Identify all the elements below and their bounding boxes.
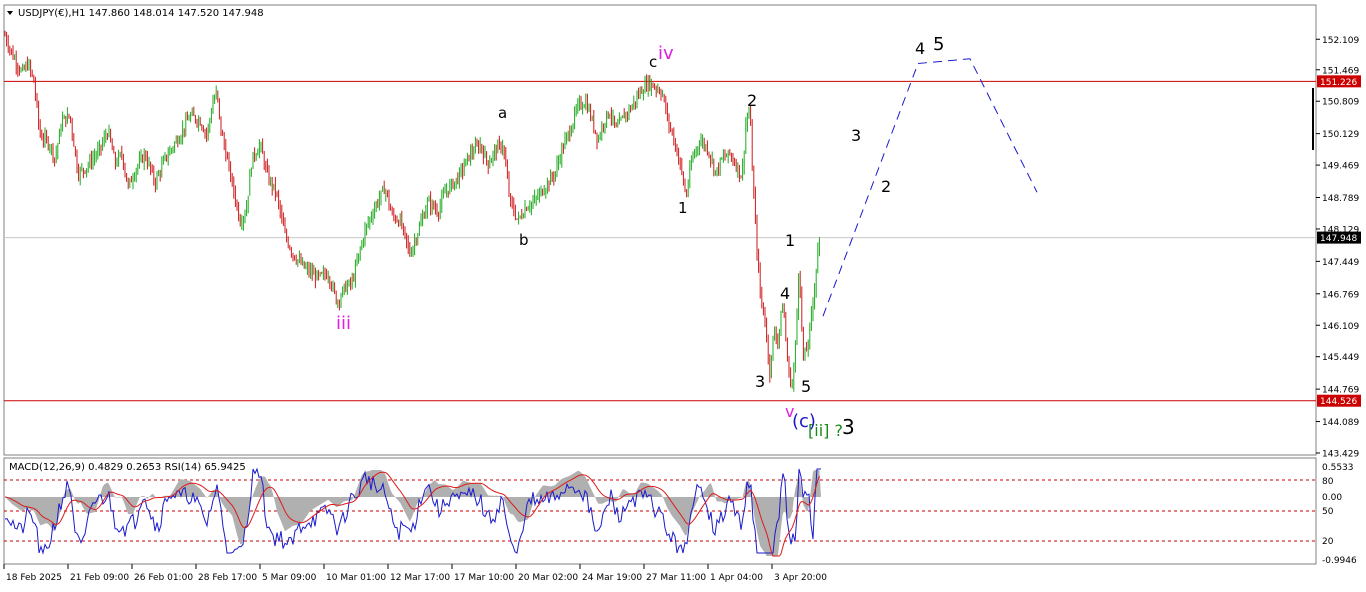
price-tick-label: 146.769 — [1322, 290, 1359, 300]
macd-tick-label: 0.00 — [1322, 493, 1342, 503]
wave-label: 2 — [881, 177, 891, 196]
chart-window[interactable]: 152.109 151.469 150.809 150.129 149.469 148.7… — [0, 0, 1366, 588]
price-tick-label: 147.449 — [1322, 258, 1359, 268]
wave-label: iv — [658, 43, 674, 64]
wave-label: 4 — [915, 39, 925, 58]
time-tick-label: 18 Feb 2025 — [6, 573, 62, 583]
time-axis[interactable]: 18 Feb 2025 21 Feb 09:00 26 Feb 01:00 28 Fe… — [3, 564, 827, 583]
time-tick-label: 12 Mar 17:00 — [390, 573, 450, 583]
price-tick-label: 148.789 — [1322, 194, 1359, 204]
macd-tick-label: 0.5533 — [1322, 463, 1354, 473]
time-tick-label: 21 Feb 09:00 — [70, 573, 129, 583]
wave-label: c — [649, 53, 657, 71]
macd-tick-label: -0.9946 — [1322, 556, 1357, 566]
main-pane-frame — [3, 4, 1317, 456]
price-tag-label: 151.226 — [1320, 78, 1357, 88]
rsi-tick-label: 50 — [1322, 507, 1334, 517]
price-tick-label: 151.469 — [1322, 66, 1359, 76]
wave-label: 2 — [747, 91, 757, 110]
price-tick-label: 144.769 — [1322, 386, 1359, 396]
price-tick-label: 152.109 — [1322, 36, 1359, 46]
price-chart-svg[interactable]: 152.109 151.469 150.809 150.129 149.469 148.7… — [0, 0, 1366, 588]
wave-label: 3 — [755, 372, 765, 391]
time-tick-label: 28 Feb 17:00 — [198, 573, 257, 583]
symbol-header: USDJPY(€),H1 147.860 148.014 147.520 147… — [18, 8, 264, 19]
price-tag-label: 144.526 — [1320, 397, 1357, 407]
wave-label: 1 — [678, 199, 688, 217]
wave-label: a — [498, 104, 507, 122]
time-tick-label: 3 Apr 20:00 — [774, 573, 827, 583]
price-tick-label: 150.129 — [1322, 130, 1359, 140]
time-tick-label: 5 Mar 09:00 — [262, 573, 317, 583]
price-tick-label: 143.429 — [1322, 450, 1359, 460]
wave-label: b — [519, 231, 529, 249]
time-tick-label: 26 Feb 01:00 — [134, 573, 193, 583]
price-tick-label: 144.089 — [1322, 418, 1359, 428]
price-tick-label: 145.449 — [1322, 353, 1359, 363]
wave-label: 1 — [785, 231, 795, 250]
price-tag-label: 147.948 — [1320, 234, 1357, 244]
indicator-axis: 0.5533 0.00 -0.9946 80 50 20 — [1322, 463, 1357, 566]
wave-label: [ii] ? — [808, 421, 843, 440]
price-tick-label: 149.469 — [1322, 162, 1359, 172]
indicator-header: MACD(12,26,9) 0.4829 0.2653 RSI(14) 65.9… — [9, 462, 246, 473]
wave-label: iii — [336, 313, 351, 334]
time-tick-label: 27 Mar 11:00 — [646, 573, 706, 583]
time-tick-label: 10 Mar 01:00 — [326, 573, 386, 583]
wave-label: 3 — [842, 415, 855, 439]
rsi-tick-label: 80 — [1322, 477, 1334, 487]
time-tick-label: 17 Mar 10:00 — [454, 573, 514, 583]
wave-label: 5 — [801, 377, 811, 396]
time-tick-label: 1 Apr 04:00 — [710, 573, 763, 583]
price-tick-label: 146.109 — [1322, 322, 1359, 332]
price-tick-label: 150.809 — [1322, 98, 1359, 108]
rsi-tick-label: 20 — [1322, 537, 1334, 547]
wave-label: 3 — [851, 126, 861, 145]
wave-label: 4 — [780, 284, 790, 303]
time-tick-label: 24 Mar 19:00 — [582, 573, 642, 583]
wave-label: 5 — [933, 34, 944, 55]
time-tick-label: 20 Mar 02:00 — [518, 573, 578, 583]
